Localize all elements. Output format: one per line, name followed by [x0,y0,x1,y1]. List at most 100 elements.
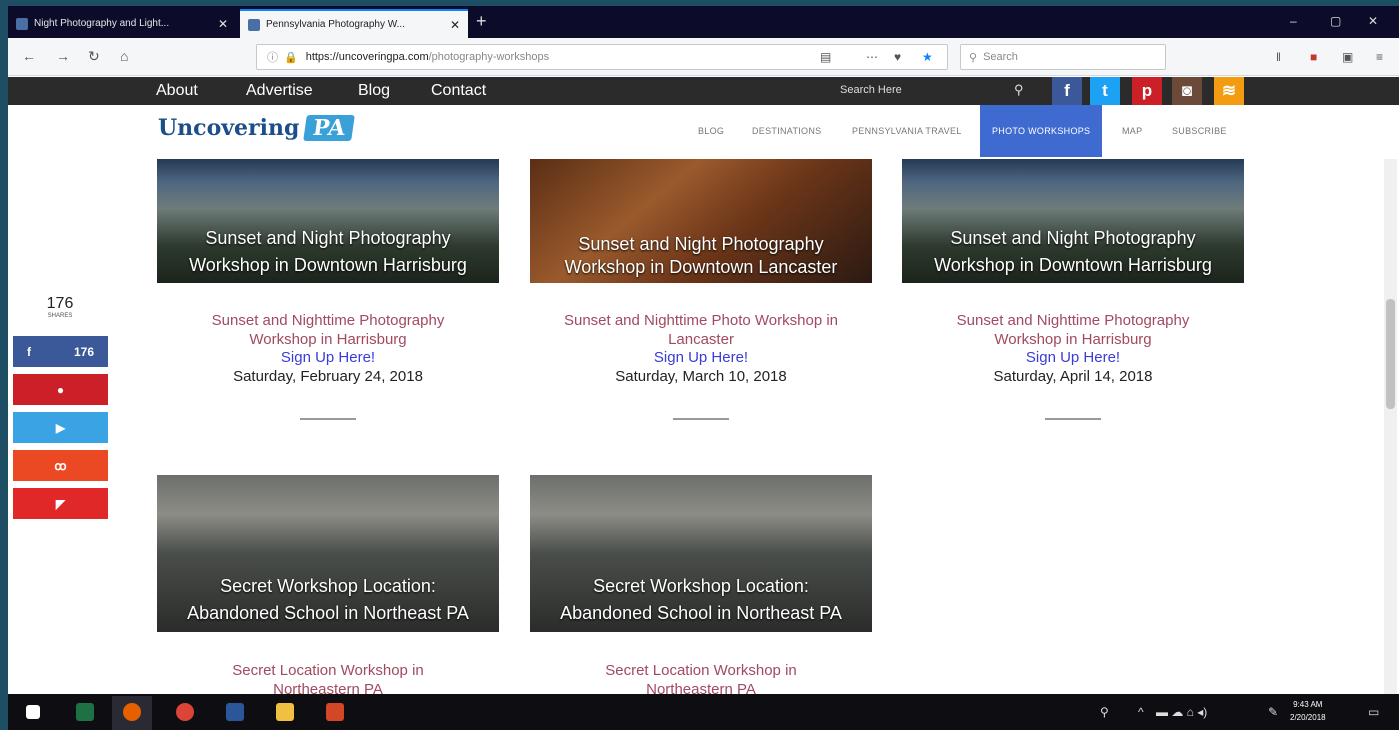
workshop-title-line2[interactable]: Workshop in Harrisburg [157,330,499,349]
tab-title: Night Photography and Light... [34,18,170,29]
clock-date: 2/20/2018 [1290,713,1326,722]
facebook-icon[interactable]: f [1052,77,1082,105]
pen-icon[interactable]: ✎ [1268,705,1278,719]
twitter-share-button[interactable]: ▶ [13,412,108,443]
url-host: https://uncoveringpa.com [305,51,429,63]
browser-window: Night Photography and Light... ✕ Pennsyl… [8,6,1399,694]
workshop-title-line1[interactable]: Sunset and Nighttime Photography [157,311,499,330]
share-count: 176 [46,295,74,312]
about-link[interactable]: About [156,82,198,100]
search-placeholder: Search [983,51,1018,63]
workshop-title-line1[interactable]: Secret Location Workshop in [157,661,499,680]
maximize-button[interactable]: ▢ [1330,14,1341,28]
search-icon[interactable]: ⚲ [1014,82,1024,98]
image-caption-line1: Secret Workshop Location: [220,576,436,596]
workshop-title-line2[interactable]: Northeastern PA [530,680,872,694]
facebook-icon: f [27,344,31,359]
library-icon[interactable]: ‖ [1276,50,1281,64]
stumbleupon-share-button[interactable]: ꝏ [13,450,108,481]
powerpoint-icon[interactable] [326,703,344,721]
url-path: /photography-workshops [428,51,550,63]
workshop-title-line1[interactable]: Secret Location Workshop in [530,661,872,680]
site-logo[interactable]: Uncovering PA [158,115,356,141]
workshop-image-lancaster[interactable]: Sunset and Night Photography Workshop in… [530,159,872,283]
reader-view-icon[interactable]: ▤ [820,50,831,64]
workshop-title-line2[interactable]: Lancaster [530,330,872,349]
new-tab-button[interactable]: + [476,11,487,32]
page-scrollbar[interactable] [1384,159,1397,694]
tab-close-icon[interactable]: ✕ [450,18,460,32]
pinterest-share-button[interactable]: ● [13,374,108,405]
page-actions-icon[interactable]: ⋯ [866,50,878,64]
divider [673,418,729,420]
workshop-date: Saturday, April 14, 2018 [993,368,1153,385]
windows-start-icon[interactable] [26,705,40,719]
home-icon[interactable]: ⌂ [120,48,128,64]
facebook-share-button[interactable]: f 176 [13,336,108,367]
nav-blog[interactable]: BLOG [686,105,736,157]
sign-up-link[interactable]: Sign Up Here! [530,349,872,366]
reload-icon[interactable]: ↻ [88,48,100,65]
tab-favicon-icon [16,17,28,30]
tab-night-photography[interactable]: Night Photography and Light... ✕ [8,9,236,38]
image-caption-line2: Workshop in Downtown Harrisburg [934,255,1212,275]
browser-nav-bar: ← → ↻ ⌂ ⓘ 🔒 https://uncoveringpa.com/pho… [8,38,1399,76]
twitter-icon[interactable]: t [1090,77,1120,105]
scrollbar-thumb[interactable] [1386,299,1395,409]
flipboard-icon: ◤ [55,496,66,511]
workshop-image-secret-school-2[interactable]: Secret Workshop Location: Abandoned Scho… [530,475,872,632]
pocket-icon[interactable]: ♥ [894,50,901,64]
site-top-bar: About Advertise Blog Contact Search Here… [8,77,1399,105]
nav-destinations[interactable]: DESTINATIONS [740,105,833,157]
forward-icon[interactable]: → [56,48,70,64]
minimize-button[interactable]: – [1290,14,1297,28]
instagram-icon[interactable]: ◙ [1172,77,1202,105]
close-window-button[interactable]: ✕ [1368,14,1378,28]
search-field[interactable]: ⚲ Search [960,44,1166,70]
workshop-image-secret-school-1[interactable]: Secret Workshop Location: Abandoned Scho… [157,475,499,632]
workshop-image-harrisburg-1[interactable]: Sunset and Night Photography Workshop in… [157,159,499,283]
notifications-icon[interactable]: ▭ [1368,705,1379,719]
extension-icon[interactable]: ■ [1310,50,1317,64]
workshop-image-harrisburg-2[interactable]: Sunset and Night Photography Workshop in… [902,159,1244,283]
nav-map[interactable]: MAP [1110,105,1154,157]
workshop-title-line2[interactable]: Workshop in Harrisburg [902,330,1244,349]
advertise-link[interactable]: Advertise [246,82,313,100]
workshop-title-line1[interactable]: Sunset and Nighttime Photo Workshop in [530,311,872,330]
blog-link[interactable]: Blog [358,82,390,100]
firefox-icon[interactable] [123,703,141,721]
url-bar[interactable]: ⓘ 🔒 https://uncoveringpa.com/photography… [256,44,948,70]
facebook-share-count: 176 [73,344,94,359]
sidebar-icon[interactable]: ▣ [1342,50,1353,64]
contact-link[interactable]: Contact [431,82,486,100]
file-explorer-icon[interactable] [276,703,294,721]
sign-up-link[interactable]: Sign Up Here! [157,349,499,366]
nav-subscribe[interactable]: SUBSCRIBE [1160,105,1239,157]
site-search-input[interactable]: Search Here [840,84,902,96]
back-icon[interactable]: ← [22,48,36,64]
chrome-icon[interactable] [176,703,194,721]
flipboard-share-button[interactable]: ◤ [13,488,108,519]
info-icon[interactable]: ⓘ [267,49,278,65]
nav-photo-workshops[interactable]: PHOTO WORKSHOPS [980,105,1103,157]
excel-icon[interactable] [76,703,94,721]
workshop-title-line1[interactable]: Sunset and Nighttime Photography [902,311,1244,330]
tray-chevron-icon[interactable]: ^ [1138,705,1144,719]
image-caption-line1: Secret Workshop Location: [593,576,809,596]
word-icon[interactable] [226,703,244,721]
rss-icon[interactable]: ≋ [1214,77,1244,105]
tray-icons[interactable]: ▬ ☁ ⌂ ◂) [1156,705,1207,719]
menu-icon[interactable]: ≡ [1376,50,1383,64]
sign-up-link[interactable]: Sign Up Here! [902,349,1244,366]
network-people-icon[interactable]: ⚲ [1100,705,1109,719]
system-clock[interactable]: 9:43 AM 2/20/2018 [1290,698,1326,724]
lock-icon: 🔒 [284,51,298,64]
share-label: SHARES [47,313,73,319]
pinterest-icon[interactable]: p [1132,77,1162,105]
tab-pennsylvania-photography[interactable]: Pennsylvania Photography W... ✕ [240,9,468,38]
tab-close-icon[interactable]: ✕ [218,17,228,31]
workshop-title-line2[interactable]: Northeastern PA [157,680,499,694]
nav-pennsylvania-travel[interactable]: PENNSYLVANIA TRAVEL [840,105,974,157]
bookmark-star-icon[interactable]: ★ [922,50,933,64]
image-caption-line1: Sunset and Night Photography [205,228,451,248]
